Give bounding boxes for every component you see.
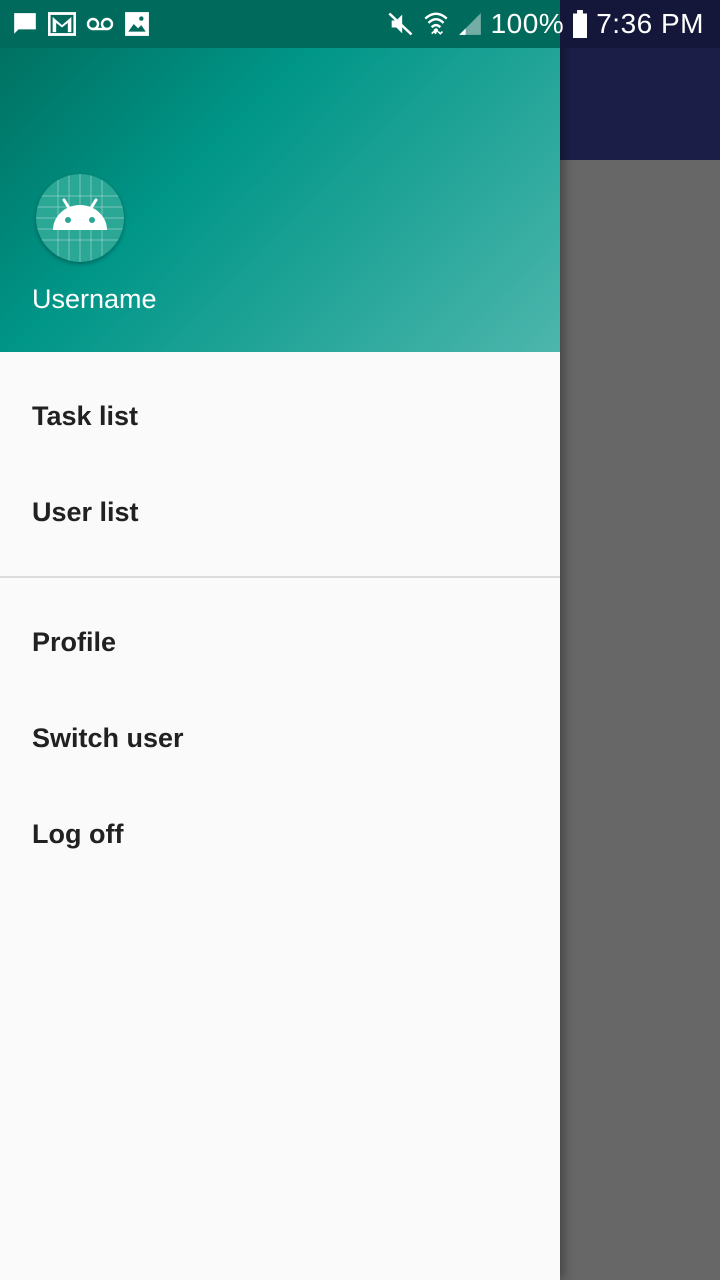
image-icon [124,11,150,37]
menu-item-task-list[interactable]: Task list [0,368,560,464]
menu-item-user-list[interactable]: User list [0,464,560,560]
menu-item-log-off[interactable]: Log off [0,786,560,882]
avatar[interactable] [36,174,124,262]
battery-icon [572,10,588,38]
menu-group-primary: Task list User list [0,352,560,576]
menu-item-switch-user[interactable]: Switch user [0,690,560,786]
mute-icon [387,10,415,38]
android-icon [36,174,124,262]
message-icon [12,11,38,37]
clock: 7:36 PM [596,8,704,39]
username: Username [32,284,157,314]
voicemail-icon [86,13,114,35]
menu-group-secondary: Profile Switch user Log off [0,578,560,898]
signal-icon [457,11,483,37]
drawer-header: Username [0,0,560,352]
battery-percentage: 100% [490,8,565,39]
screen: 100% 7:36 PM Username Task list User lis… [0,0,720,1280]
wifi-icon [423,10,449,38]
menu-item-profile[interactable]: Profile [0,594,560,690]
notification-icons [12,0,150,48]
system-indicators: 100% 7:36 PM [387,0,704,48]
gmail-icon [48,11,76,37]
status-bar: 100% 7:36 PM [0,0,720,48]
drawer-menu: Task list User list Profile Switch user … [0,352,560,898]
navigation-drawer: Username Task list User list Profile Swi… [0,0,560,1280]
